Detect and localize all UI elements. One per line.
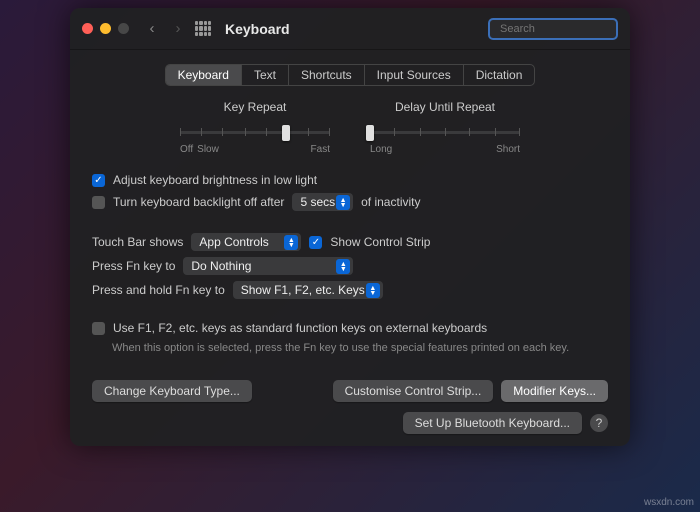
std-fn-row: Use F1, F2, etc. keys as standard functi… [92,321,608,335]
change-keyboard-type-button[interactable]: Change Keyboard Type... [92,380,252,402]
bluetooth-keyboard-button[interactable]: Set Up Bluetooth Keyboard... [403,412,582,434]
titlebar: ‹ › Keyboard [70,8,630,50]
chevron-updown-icon: ▲▼ [284,235,298,250]
std-fn-hint: When this option is selected, press the … [112,341,608,356]
search-input[interactable] [500,23,630,35]
delay-long-label: Long [370,144,392,155]
adjust-brightness-row: ✓ Adjust keyboard brightness in low ligh… [92,173,608,187]
touchbar-row: Touch Bar shows App Controls ▲▼ ✓ Show C… [92,233,608,251]
close-icon[interactable] [82,23,93,34]
forward-button: › [169,20,187,37]
chevron-updown-icon: ▲▼ [336,195,350,210]
sliders-row: Key Repeat Off Slow Fast Delay Until Rep… [92,100,608,155]
back-button[interactable]: ‹ [143,20,161,37]
tab-keyboard[interactable]: Keyboard [166,65,242,85]
adjust-brightness-checkbox[interactable]: ✓ [92,174,105,187]
content-area: Keyboard Text Shortcuts Input Sources Di… [70,50,630,446]
tab-dictation[interactable]: Dictation [464,65,535,85]
tab-shortcuts[interactable]: Shortcuts [289,65,365,85]
kr-off-label: Off [180,144,193,155]
fn-hold-label: Press and hold Fn key to [92,283,225,297]
delay-label: Delay Until Repeat [370,100,520,114]
footer-buttons: Change Keyboard Type... Customise Contro… [92,380,608,402]
delay-block: Delay Until Repeat Long Short [370,100,520,155]
show-all-icon[interactable] [195,21,211,37]
std-fn-label: Use F1, F2, etc. keys as standard functi… [113,321,487,335]
watermark: wsxdn.com [644,497,694,508]
fn-hold-select[interactable]: Show F1, F2, etc. Keys ▲▼ [233,281,383,299]
fn-hold-row: Press and hold Fn key to Show F1, F2, et… [92,281,608,299]
fn-select[interactable]: Do Nothing ▲▼ [183,257,353,275]
customise-control-strip-button[interactable]: Customise Control Strip... [333,380,494,402]
zoom-icon [118,23,129,34]
chevron-updown-icon: ▲▼ [336,259,350,274]
minimize-icon[interactable] [100,23,111,34]
touchbar-select[interactable]: App Controls ▲▼ [191,233,301,251]
kr-slow-label: Slow [197,144,219,155]
bottom-row: Set Up Bluetooth Keyboard... ? [92,412,608,434]
key-repeat-slider[interactable] [180,124,330,142]
preferences-window: ‹ › Keyboard Keyboard Text Shortcuts Inp… [70,8,630,446]
backlight-off-row: Turn keyboard backlight off after 5 secs… [92,193,608,211]
fn-label: Press Fn key to [92,259,175,273]
inactivity-label: of inactivity [361,195,420,209]
tab-text[interactable]: Text [242,65,289,85]
show-strip-label: Show Control Strip [330,235,430,249]
delay-short-label: Short [496,144,520,155]
adjust-brightness-label: Adjust keyboard brightness in low light [113,173,317,187]
key-repeat-label: Key Repeat [180,100,330,114]
chevron-updown-icon: ▲▼ [366,283,380,298]
tab-input-sources[interactable]: Input Sources [365,65,464,85]
touchbar-label: Touch Bar shows [92,235,183,249]
tab-bar: Keyboard Text Shortcuts Input Sources Di… [165,64,536,86]
search-field[interactable] [488,18,618,40]
kr-fast-label: Fast [311,144,330,155]
show-strip-checkbox[interactable]: ✓ [309,236,322,249]
backlight-off-checkbox[interactable] [92,196,105,209]
std-fn-checkbox[interactable] [92,322,105,335]
delay-slider[interactable] [370,124,520,142]
key-repeat-block: Key Repeat Off Slow Fast [180,100,330,155]
traffic-lights [82,23,129,34]
help-button[interactable]: ? [590,414,608,432]
backlight-off-select[interactable]: 5 secs ▲▼ [292,193,353,211]
fn-row: Press Fn key to Do Nothing ▲▼ [92,257,608,275]
window-title: Keyboard [225,21,480,37]
backlight-off-label: Turn keyboard backlight off after [113,195,284,209]
modifier-keys-button[interactable]: Modifier Keys... [501,380,608,402]
